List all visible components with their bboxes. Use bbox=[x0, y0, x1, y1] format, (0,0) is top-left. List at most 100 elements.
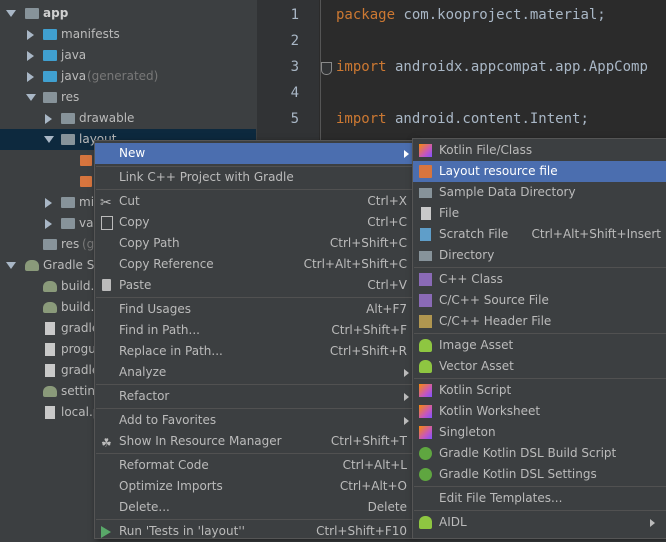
code-line[interactable]: package com.kooproject.material; bbox=[336, 7, 606, 23]
menu-item-analyze[interactable]: Analyze bbox=[95, 362, 413, 383]
menu-separator bbox=[96, 453, 412, 454]
menu-item-copy-path[interactable]: Copy Path Ctrl+Shift+C bbox=[95, 233, 413, 254]
menu-item-label: Vector Asset bbox=[439, 359, 514, 373]
submenu-item-cpp-class[interactable]: C++ Class bbox=[413, 269, 666, 290]
collapse-arrow-icon[interactable] bbox=[45, 198, 52, 208]
tree-item-label: manifests bbox=[61, 27, 120, 41]
menu-item-shortcut: Ctrl+Shift+T bbox=[330, 434, 407, 448]
submenu-item-kotlin-worksheet[interactable]: Kotlin Worksheet bbox=[413, 401, 666, 422]
menu-item-label: New bbox=[119, 146, 146, 160]
menu-item-label: Show In Resource Manager bbox=[119, 434, 282, 448]
folder-icon bbox=[43, 50, 57, 61]
menu-item-label: Edit File Templates... bbox=[439, 491, 563, 505]
menu-item-cut[interactable]: ✂ Cut Ctrl+X bbox=[95, 191, 413, 212]
tree-item-manifests[interactable]: manifests bbox=[0, 24, 256, 45]
submenu-item-file[interactable]: File bbox=[413, 203, 666, 224]
collapse-arrow-icon[interactable] bbox=[45, 114, 52, 124]
submenu-item-gradle-settings[interactable]: Gradle Kotlin DSL Settings bbox=[413, 464, 666, 485]
menu-item-copy[interactable]: Copy Ctrl+C bbox=[95, 212, 413, 233]
menu-item-label: AIDL bbox=[439, 515, 467, 529]
menu-item-refactor[interactable]: Refactor bbox=[95, 386, 413, 407]
menu-item-label: Sample Data Directory bbox=[439, 185, 576, 199]
menu-separator bbox=[414, 486, 666, 487]
submenu-arrow-icon bbox=[650, 519, 655, 527]
submenu-item-directory[interactable]: Directory bbox=[413, 245, 666, 266]
folder-icon bbox=[43, 92, 57, 103]
folder-icon bbox=[419, 251, 432, 261]
menu-item-copy-reference[interactable]: Copy Reference Ctrl+Alt+Shift+C bbox=[95, 254, 413, 275]
fold-marker-icon[interactable] bbox=[321, 62, 332, 75]
tree-item-res[interactable]: res bbox=[0, 87, 256, 108]
tree-item-java[interactable]: java bbox=[0, 45, 256, 66]
menu-item-label: Directory bbox=[439, 248, 495, 262]
submenu-item-cpp-header-file[interactable]: C/C++ Header File bbox=[413, 311, 666, 332]
tree-item-java-generated[interactable]: java (generated) bbox=[0, 66, 256, 87]
menu-item-delete[interactable]: Delete... Delete bbox=[95, 497, 413, 518]
menu-item-find-usages[interactable]: Find Usages Alt+F7 bbox=[95, 299, 413, 320]
menu-item-paste[interactable]: Paste Ctrl+V bbox=[95, 275, 413, 296]
collapse-arrow-icon[interactable] bbox=[27, 30, 34, 40]
layout-file-icon bbox=[80, 176, 92, 187]
menu-item-label: Find in Path... bbox=[119, 323, 200, 337]
menu-item-shortcut: Ctrl+Shift+R bbox=[329, 344, 407, 358]
code-text: com.kooproject.material; bbox=[395, 7, 606, 23]
tree-item-app[interactable]: app bbox=[0, 3, 256, 24]
submenu-item-vector-asset[interactable]: Vector Asset bbox=[413, 356, 666, 377]
submenu-item-sample-data-directory[interactable]: Sample Data Directory bbox=[413, 182, 666, 203]
resource-manager-icon: ☘ bbox=[101, 436, 112, 450]
menu-item-find-in-path[interactable]: Find in Path... Ctrl+Shift+F bbox=[95, 320, 413, 341]
submenu-item-aidl[interactable]: AIDL bbox=[413, 512, 666, 533]
submenu-item-image-asset[interactable]: Image Asset bbox=[413, 335, 666, 356]
menu-separator bbox=[96, 408, 412, 409]
code-line[interactable]: import androidx.appcompat.app.AppComp bbox=[336, 59, 648, 75]
menu-item-optimize-imports[interactable]: Optimize Imports Ctrl+Alt+O bbox=[95, 476, 413, 497]
submenu-item-singleton[interactable]: Singleton bbox=[413, 422, 666, 443]
submenu-item-cpp-source-file[interactable]: C/C++ Source File bbox=[413, 290, 666, 311]
menu-item-label: Gradle Kotlin DSL Settings bbox=[439, 467, 597, 481]
expand-arrow-icon[interactable] bbox=[44, 136, 54, 143]
menu-item-replace-in-path[interactable]: Replace in Path... Ctrl+Shift+R bbox=[95, 341, 413, 362]
submenu-item-gradle-build-script[interactable]: Gradle Kotlin DSL Build Script bbox=[413, 443, 666, 464]
properties-file-icon bbox=[45, 406, 55, 419]
menu-item-label: Copy bbox=[119, 215, 150, 229]
submenu-arrow-icon bbox=[404, 417, 409, 425]
tree-item-label: Gradle Sc bbox=[43, 258, 101, 272]
submenu-item-edit-file-templates[interactable]: Edit File Templates... bbox=[413, 488, 666, 509]
menu-separator bbox=[414, 510, 666, 511]
menu-item-link-cpp[interactable]: Link C++ Project with Gradle bbox=[95, 167, 413, 188]
code-line[interactable]: import android.content.Intent; bbox=[336, 111, 589, 127]
menu-item-label: Cut bbox=[119, 194, 140, 208]
folder-icon bbox=[61, 218, 75, 229]
menu-item-reformat-code[interactable]: Reformat Code Ctrl+Alt+L bbox=[95, 455, 413, 476]
tree-item-label: java bbox=[61, 48, 87, 62]
expand-arrow-icon[interactable] bbox=[6, 262, 16, 269]
menu-separator bbox=[96, 189, 412, 190]
tree-item-label: mi bbox=[79, 195, 95, 209]
menu-item-label: Kotlin File/Class bbox=[439, 143, 533, 157]
collapse-arrow-icon[interactable] bbox=[27, 51, 34, 61]
code-keyword: package bbox=[336, 7, 396, 23]
menu-separator bbox=[96, 519, 412, 520]
menu-item-shortcut: Ctrl+Alt+O bbox=[339, 479, 407, 493]
menu-item-shortcut: Ctrl+Alt+Shift+Insert bbox=[531, 227, 661, 241]
collapse-arrow-icon[interactable] bbox=[27, 72, 34, 82]
submenu-item-scratch-file[interactable]: Scratch File Ctrl+Alt+Shift+Insert bbox=[413, 224, 666, 245]
copy-icon bbox=[101, 216, 113, 230]
menu-item-label: Find Usages bbox=[119, 302, 192, 316]
menu-item-label: Copy Reference bbox=[119, 257, 214, 271]
submenu-item-layout-resource-file[interactable]: Layout resource file bbox=[413, 161, 666, 182]
tree-item-label: java bbox=[61, 69, 87, 83]
menu-item-show-in-resource-manager[interactable]: ☘ Show In Resource Manager Ctrl+Shift+T bbox=[95, 431, 413, 452]
expand-arrow-icon[interactable] bbox=[6, 10, 16, 17]
menu-item-label: C/C++ Header File bbox=[439, 314, 552, 328]
collapse-arrow-icon[interactable] bbox=[45, 219, 52, 229]
expand-arrow-icon[interactable] bbox=[26, 94, 36, 101]
submenu-item-kotlin-script[interactable]: Kotlin Script bbox=[413, 380, 666, 401]
menu-item-label: C/C++ Source File bbox=[439, 293, 549, 307]
menu-item-run-tests[interactable]: Run 'Tests in 'layout'' Ctrl+Shift+F10 bbox=[95, 521, 413, 542]
tree-item-drawable[interactable]: drawable bbox=[0, 108, 256, 129]
submenu-item-kotlin-file[interactable]: Kotlin File/Class bbox=[413, 140, 666, 161]
menu-item-new[interactable]: New bbox=[95, 143, 413, 164]
menu-item-add-to-favorites[interactable]: Add to Favorites bbox=[95, 410, 413, 431]
code-keyword: import bbox=[336, 111, 387, 127]
